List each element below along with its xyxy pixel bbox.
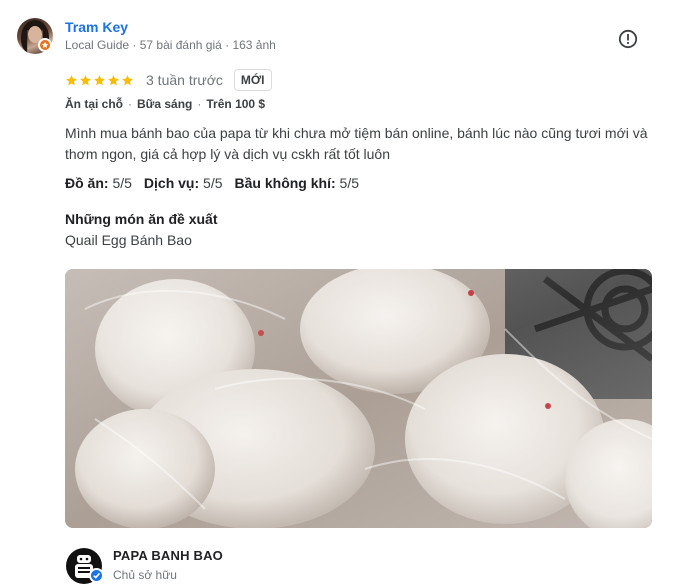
attribute-ratings: Đồ ăn: 5/5 Dịch vụ: 5/5 Bầu không khí: 5… (65, 175, 359, 191)
owner-role: Chủ sở hữu (113, 568, 177, 582)
review-photo[interactable] (65, 269, 652, 528)
recommended-dish: Quail Egg Bánh Bao (65, 232, 192, 248)
rating-row: 3 tuần trước MỚI (65, 68, 272, 92)
attr-food: Đồ ăn: 5/5 (65, 175, 132, 191)
author-name[interactable]: Tram Key (65, 19, 128, 35)
local-guide-badge-icon (38, 38, 52, 52)
attr-service: Dịch vụ: 5/5 (143, 175, 223, 191)
new-badge: MỚI (233, 69, 272, 91)
star-icon (80, 74, 91, 85)
tag-price: Trên 100 $ (206, 97, 266, 111)
star-icon (108, 74, 119, 85)
attr-atmosphere: Bầu không khí: 5/5 (234, 175, 359, 191)
star-icon (66, 74, 77, 85)
review-text: Mình mua bánh bao của papa từ khi chưa m… (65, 125, 648, 162)
verified-icon (89, 568, 104, 583)
star-icon (94, 74, 105, 85)
star-rating (65, 74, 134, 87)
tag-separator: · (197, 97, 202, 111)
recommended-dishes-title: Những món ăn đề xuất (65, 211, 218, 227)
review-time: 3 tuần trước (146, 72, 223, 88)
owner-name: PAPA BANH BAO (113, 548, 223, 563)
tag-dine-in: Ăn tại chỗ (65, 97, 124, 111)
review-tags: Ăn tại chỗ · Bữa sáng · Trên 100 $ (65, 97, 265, 111)
tag-meal: Bữa sáng (137, 97, 193, 111)
tag-separator: · (128, 97, 133, 111)
report-icon[interactable] (618, 29, 638, 49)
author-meta: Local Guide · 57 bài đánh giá · 163 ảnh (65, 38, 276, 52)
star-icon (122, 74, 133, 85)
